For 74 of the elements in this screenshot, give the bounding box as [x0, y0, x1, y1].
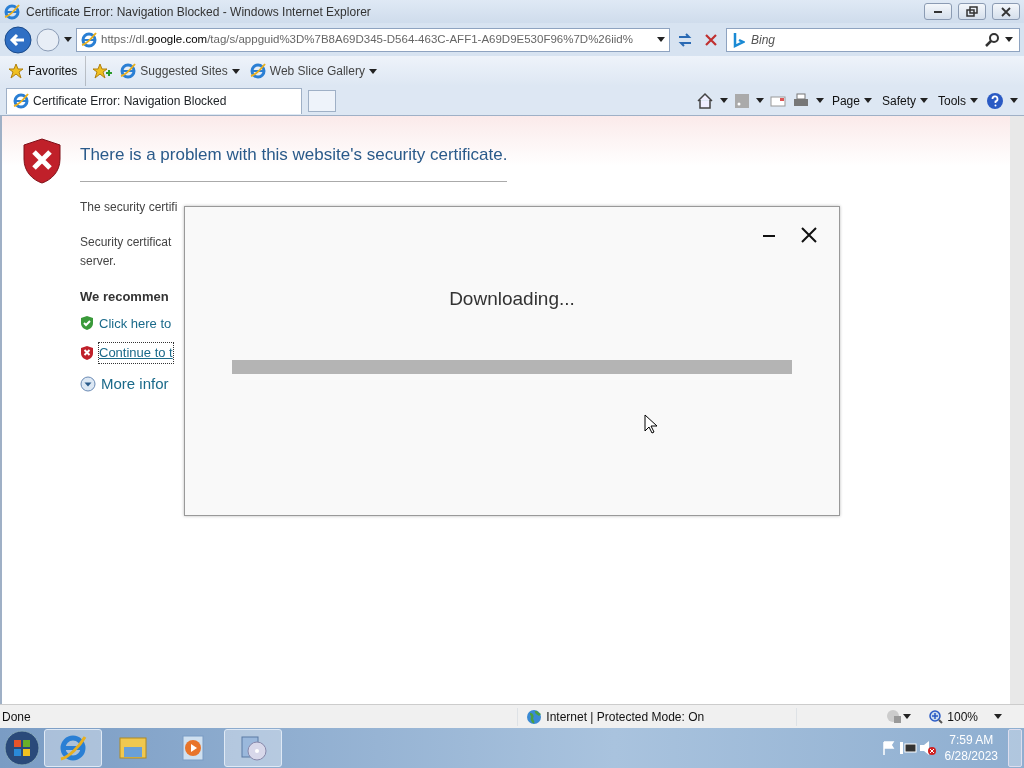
browser-icon — [249, 63, 266, 79]
browser-icon — [58, 733, 88, 763]
browser-icon — [13, 93, 29, 109]
cursor-icon — [644, 414, 658, 434]
minimize-icon — [934, 10, 942, 13]
close-icon — [998, 4, 1014, 19]
favorites-button[interactable]: Favorites — [6, 62, 80, 80]
restore-icon — [964, 4, 980, 19]
close-icon — [799, 225, 819, 245]
installer-icon — [238, 733, 268, 763]
caret-icon[interactable] — [657, 37, 665, 42]
paragraph-text: The security certifi — [80, 198, 178, 216]
caret-icon[interactable] — [994, 714, 1002, 719]
expand-icon[interactable] — [80, 375, 96, 392]
shield-error-icon — [22, 138, 62, 184]
search-icon[interactable] — [985, 32, 999, 47]
close-button[interactable] — [799, 225, 819, 245]
error-heading: There is a problem with this website's security certificate. — [80, 142, 508, 182]
favorites-link[interactable]: Web Slice Gallery — [247, 62, 379, 80]
help-icon[interactable] — [986, 91, 1004, 110]
network-icon[interactable] — [898, 740, 917, 756]
paragraph-text: Security certificat — [80, 233, 172, 251]
link[interactable]: More infor — [101, 372, 169, 395]
dialog-title: Downloading... — [449, 287, 575, 311]
status-text: Done — [2, 708, 32, 726]
zoom-icon — [929, 709, 944, 724]
tab[interactable]: Certificate Error: Navigation Blocked — [6, 87, 302, 114]
volume-muted-icon[interactable] — [918, 740, 937, 756]
clock-time: 7:59 AM — [948, 732, 995, 748]
caret-icon[interactable] — [815, 98, 824, 103]
caret-icon[interactable] — [64, 37, 72, 42]
browser-icon — [120, 63, 137, 79]
printer-icon[interactable] — [791, 92, 810, 109]
caret-icon[interactable] — [903, 714, 912, 719]
caret-icon[interactable] — [755, 98, 764, 103]
search-field[interactable]: Bing — [726, 27, 1020, 52]
search-engine-icon — [733, 31, 745, 48]
menu-button[interactable]: Safety — [879, 91, 930, 110]
star-icon — [8, 63, 24, 79]
page-icon — [81, 31, 97, 48]
recommendation-text: We recommen — [80, 287, 169, 306]
window-title: Certificate Error: Navigation Blocked - Windows Internet Explorer — [26, 3, 372, 21]
back-button[interactable] — [4, 25, 32, 54]
start-button[interactable] — [2, 729, 42, 767]
home-icon[interactable] — [695, 91, 714, 110]
add-favorites-icon[interactable] — [92, 63, 113, 79]
caret-icon[interactable] — [719, 98, 728, 103]
link[interactable]: Continue to t — [99, 343, 173, 363]
shield-icon — [80, 344, 94, 361]
paragraph-text: server. — [80, 252, 116, 270]
security-zone-text: Internet | Protected Mode: On — [546, 708, 705, 726]
zoom-button[interactable]: 100% — [927, 707, 980, 726]
shield-icon — [80, 315, 94, 332]
caret-icon — [231, 68, 240, 74]
caret-icon[interactable] — [1010, 98, 1018, 103]
minimize-button[interactable] — [924, 3, 952, 20]
mail-icon[interactable] — [769, 93, 786, 108]
browser-icon — [4, 3, 20, 20]
globe-icon — [526, 708, 543, 725]
menu-button[interactable]: Page — [829, 91, 874, 110]
caret-icon — [920, 98, 928, 103]
taskbar-button[interactable] — [44, 729, 102, 767]
address-field[interactable]: https://dl.google.com/tag/s/appguid%3D%7B8A69D345-D564-463C-AFF1-A69D9E530F96%7D%26iid% — [76, 27, 670, 52]
favorites-link[interactable]: Suggested Sites — [118, 62, 242, 80]
caret-icon — [970, 98, 978, 103]
clock-date: 6/28/2023 — [944, 748, 998, 764]
caret-icon — [863, 98, 872, 103]
caret-icon — [368, 68, 377, 74]
link[interactable]: Click here to — [99, 313, 172, 333]
menu-button[interactable]: Tools — [936, 91, 980, 110]
close-button[interactable] — [992, 3, 1020, 20]
restore-button[interactable] — [958, 3, 986, 20]
minimize-icon — [763, 234, 775, 237]
caret-icon[interactable] — [1005, 37, 1013, 42]
